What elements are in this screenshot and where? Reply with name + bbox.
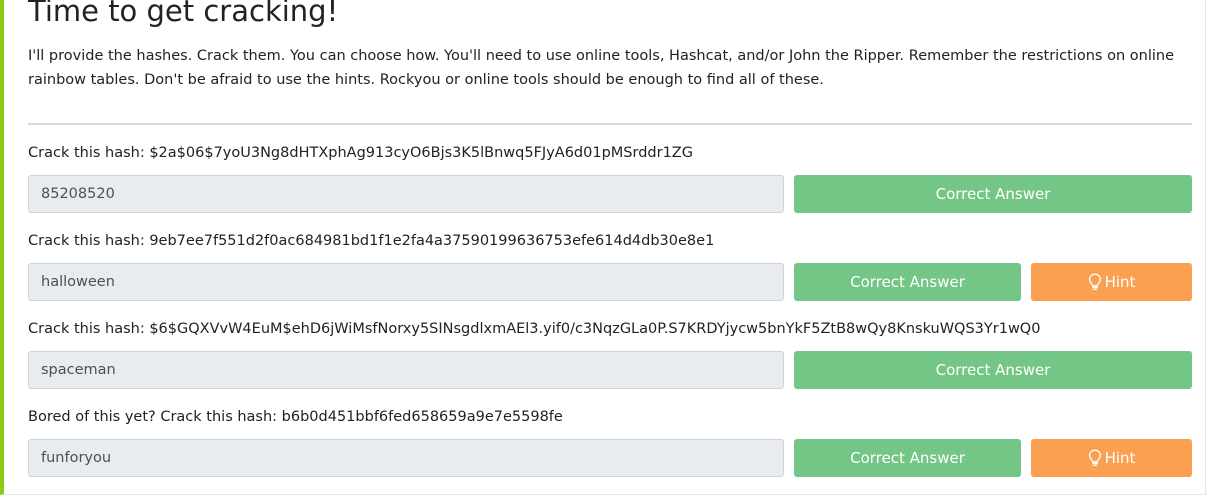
question-4-label: Bored of this yet? Crack this hash: b6b0… xyxy=(28,409,563,425)
question-4-correct-answer-button[interactable]: Correct Answer xyxy=(794,439,1021,477)
question-3-correct-answer-button[interactable]: Correct Answer xyxy=(794,351,1192,389)
question-1-label: Crack this hash: $2a$06$7yoU3Ng8dHTXphAg… xyxy=(28,145,693,161)
question-4-answer-input[interactable] xyxy=(28,439,784,477)
question-4-hint-label: Hint xyxy=(1104,449,1136,467)
question-2-correct-answer-button[interactable]: Correct Answer xyxy=(794,263,1021,301)
question-2-answer-input[interactable] xyxy=(28,263,784,301)
section-divider xyxy=(28,123,1192,125)
question-4-hint-button[interactable]: Hint xyxy=(1031,439,1192,477)
question-1-correct-answer-button[interactable]: Correct Answer xyxy=(794,175,1192,213)
lightbulb-icon xyxy=(1088,449,1101,466)
question-2-hint-label: Hint xyxy=(1104,273,1136,291)
task-card: Time to get cracking! I'll provide the h… xyxy=(0,0,1206,495)
page-title: Time to get cracking! xyxy=(28,0,339,28)
question-2-hint-button[interactable]: Hint xyxy=(1031,263,1192,301)
question-2-label: Crack this hash: 9eb7ee7f551d2f0ac684981… xyxy=(28,233,715,249)
lightbulb-icon xyxy=(1088,273,1101,290)
task-description: I'll provide the hashes. Crack them. You… xyxy=(28,48,1174,88)
question-1-answer-input[interactable] xyxy=(28,175,784,213)
question-3-answer-input[interactable] xyxy=(28,351,784,389)
question-3-label: Crack this hash: $6$GQXVvW4EuM$ehD6jWiMs… xyxy=(28,321,1041,337)
